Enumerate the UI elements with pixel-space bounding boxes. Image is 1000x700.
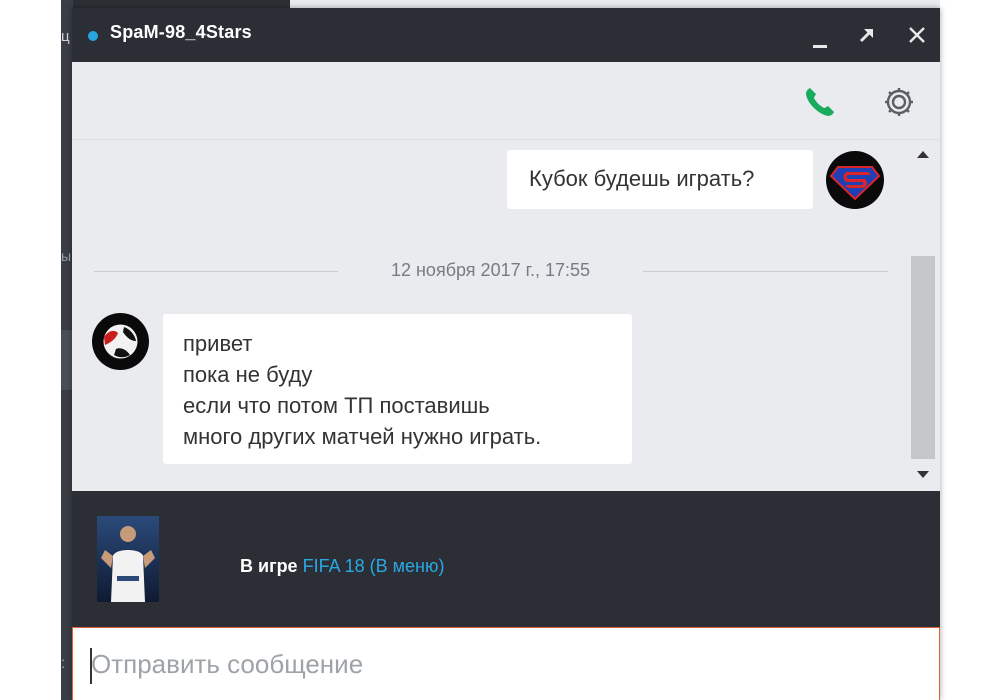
scroll-down-arrow-icon[interactable] [917,471,929,478]
popout-button[interactable] [852,18,882,52]
message-line: если что потом ТП поставишь [183,393,490,418]
message-list[interactable]: Кубок будешь играть? 12 ноября 2017 г., … [72,141,940,491]
message-line: пока не буду [183,362,313,387]
chat-title: SpaM-98_4Stars [110,22,252,42]
game-cover-art [97,516,159,602]
minimize-icon [813,45,827,48]
call-button[interactable] [800,82,840,122]
background-text-fragment: : [61,655,66,672]
popout-icon [859,28,874,43]
date-separator: 12 ноября 2017 г., 17:55 [94,256,888,286]
message-input[interactable] [91,644,911,684]
background-text-fragment: ц [61,28,70,45]
outgoing-message: Кубок будешь играть? [507,150,813,209]
close-button[interactable] [902,18,932,52]
phone-icon [806,88,834,116]
game-cover-image[interactable] [97,516,159,602]
game-status: В игре FIFA 18 (В меню) [240,556,444,577]
online-status-dot [88,31,98,41]
date-label: 12 ноября 2017 г., 17:55 [390,260,591,280]
game-title-link[interactable]: FIFA 18 (В меню) [303,556,445,576]
close-icon [909,27,925,43]
message-line: привет [183,331,253,356]
message-line: много других матчей нужно играть. [183,424,542,449]
scroll-up-arrow-icon[interactable] [917,151,929,158]
chat-window: SpaM-98_4Stars Кубок будешь играть? 12 н… [72,8,940,700]
superman-logo-icon [829,166,881,201]
scroll-thumb[interactable] [911,256,935,459]
minimize-button[interactable] [805,18,835,52]
message-composer[interactable] [72,627,940,700]
screen: ц ы : SpaM-98_4Stars Кубок будешь играть… [0,0,1000,700]
divider [643,271,888,272]
avatar[interactable] [92,313,149,370]
in-game-label: В игре [240,556,298,576]
message-scrollbar[interactable] [908,141,940,491]
settings-button[interactable] [879,82,919,122]
soccer-ball-icon [103,324,138,359]
gear-icon [885,88,913,116]
avatar[interactable] [826,151,884,209]
incoming-message: привет пока не буду если что потом ТП по… [163,314,632,464]
divider [94,271,338,272]
background-text-fragment: ы [61,248,72,264]
title-bar[interactable]: SpaM-98_4Stars [72,8,940,62]
chat-toolbar [72,62,940,140]
message-text: Кубок будешь играть? [529,166,755,191]
game-status-panel: В игре FIFA 18 (В меню) [72,491,940,627]
